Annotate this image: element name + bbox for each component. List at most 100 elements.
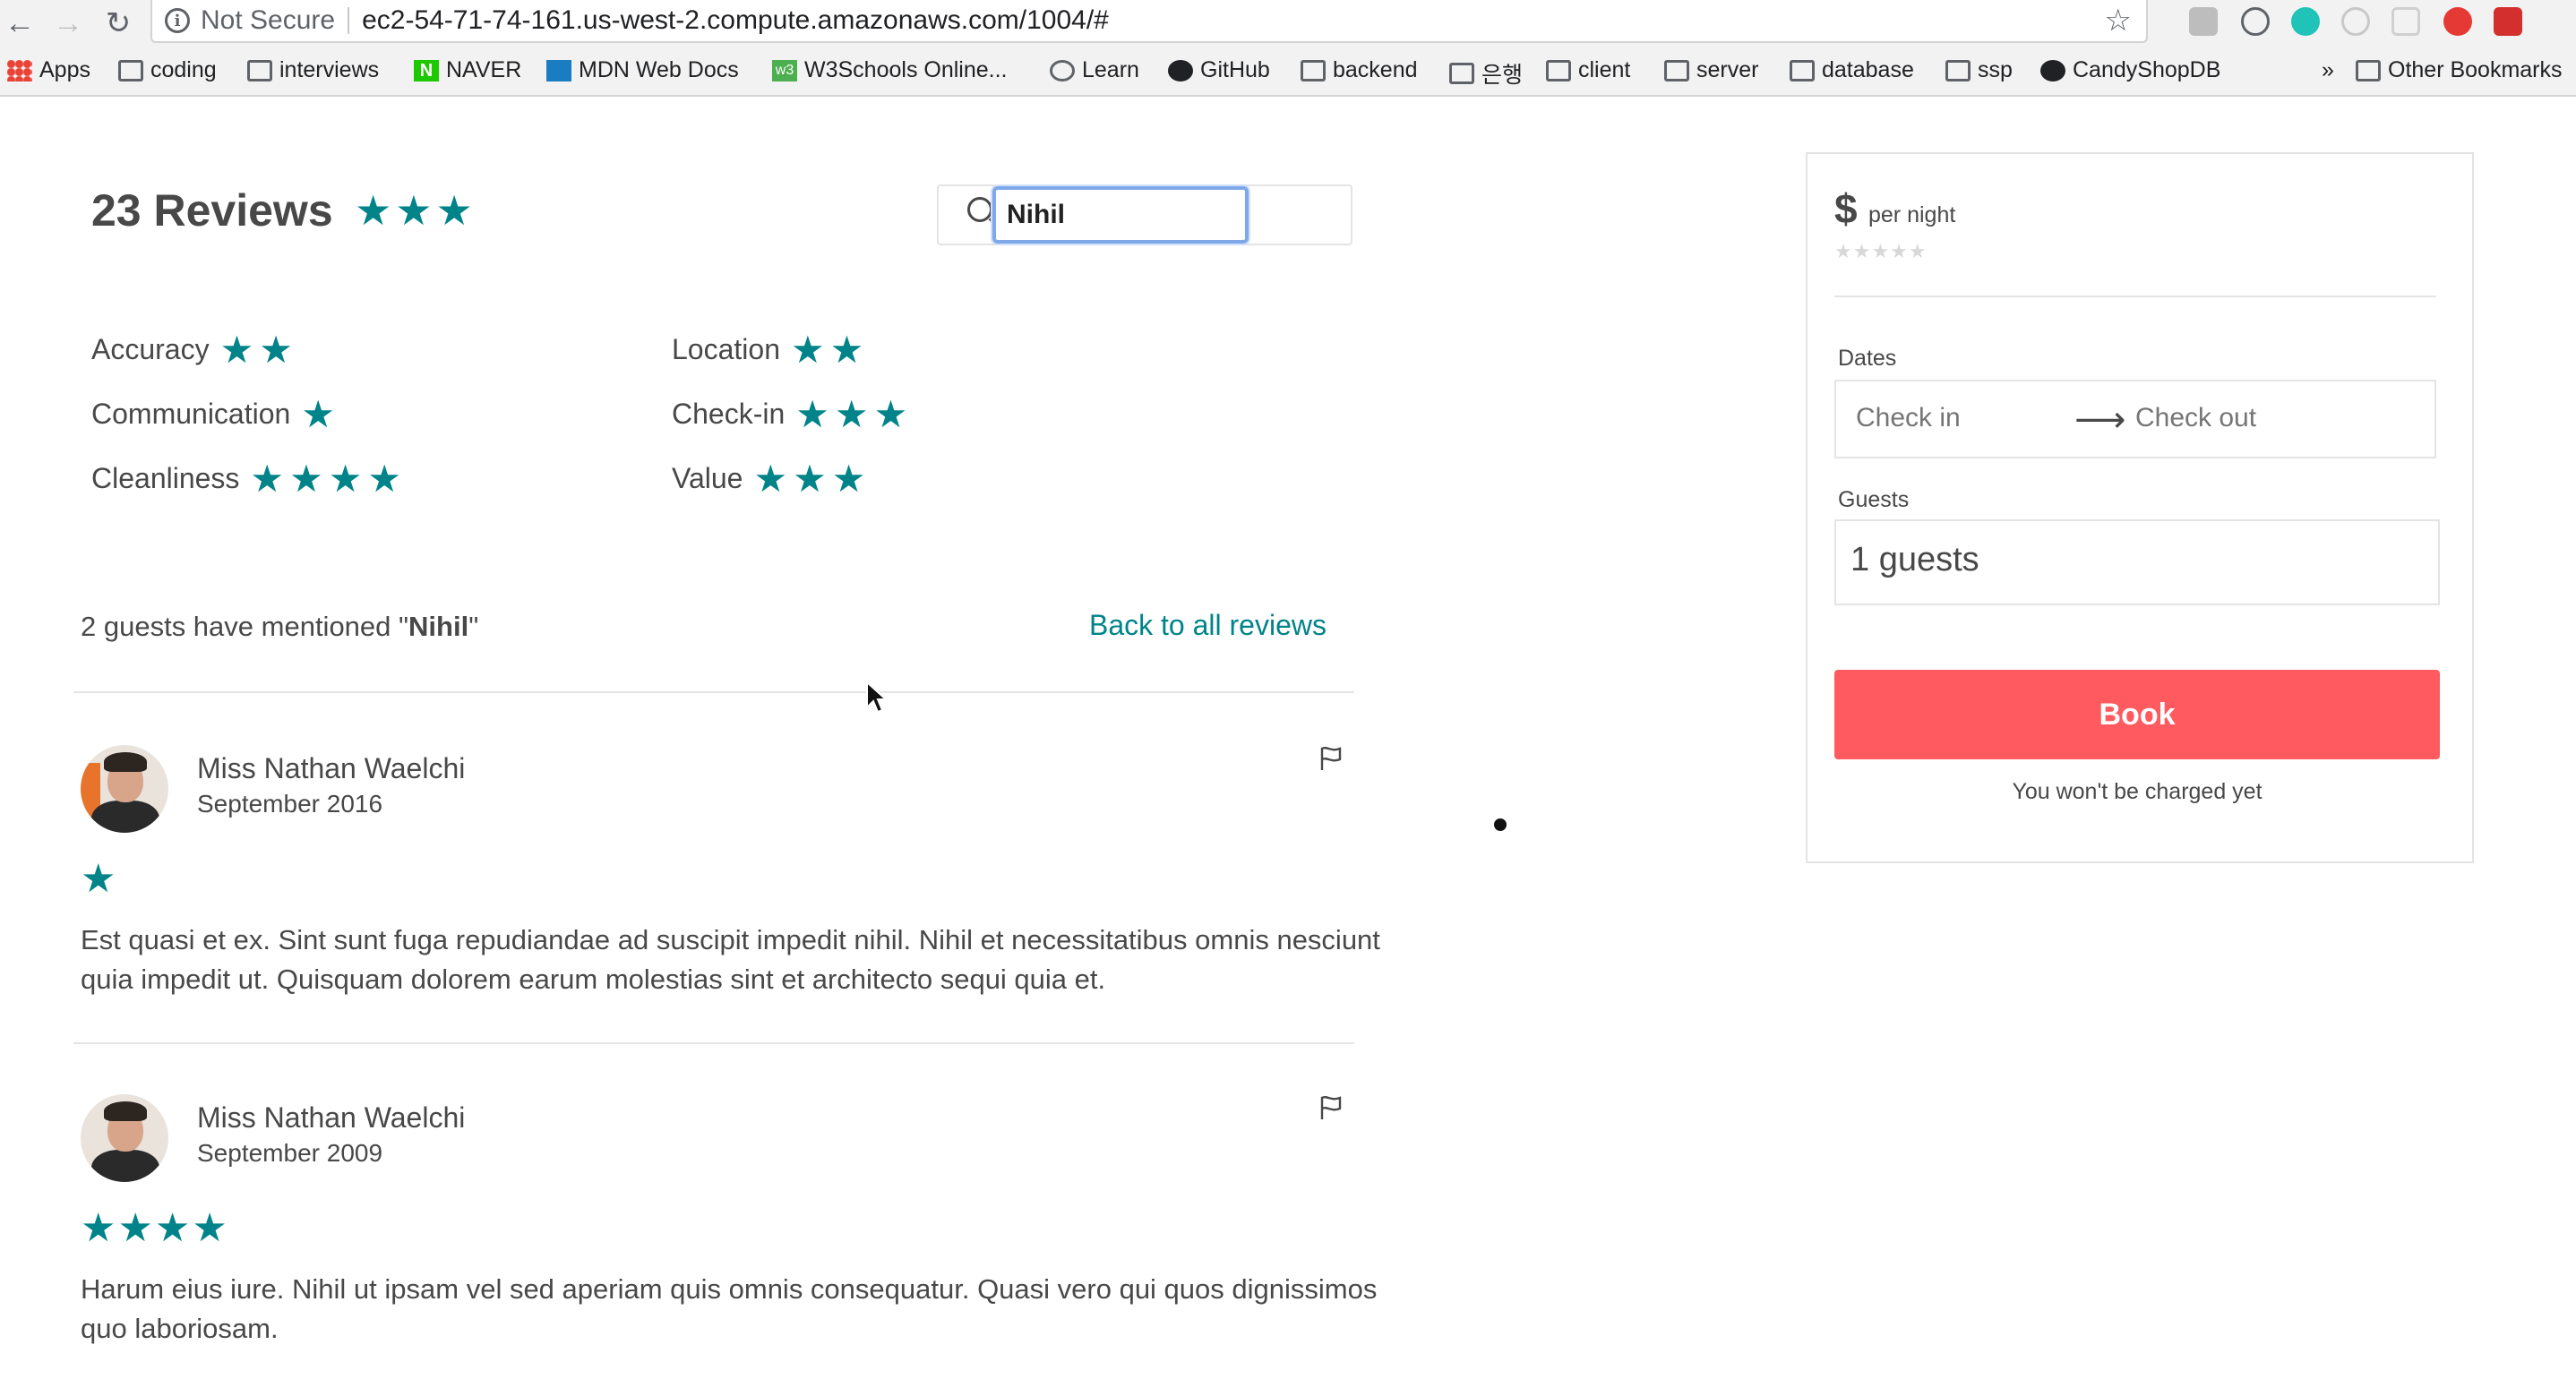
extension-circle-icon[interactable] xyxy=(2341,7,2370,36)
back-arrow-icon[interactable]: ← xyxy=(0,4,39,43)
dates-label: Dates xyxy=(1838,346,1897,371)
bookmark-w3schools[interactable]: w3 W3Schools Online... xyxy=(772,57,1008,83)
guests-label: Guests xyxy=(1838,487,1910,512)
back-to-all-reviews-link[interactable]: Back to all reviews xyxy=(1089,609,1327,642)
bookmark-learn[interactable]: Learn xyxy=(1050,57,1139,83)
bookmark-apps[interactable]: Apps xyxy=(7,57,90,83)
w3schools-icon: w3 xyxy=(772,59,797,81)
bookmark-server[interactable]: server xyxy=(1664,57,1758,83)
category-communication: Communication ★ xyxy=(91,392,340,436)
avatar xyxy=(81,745,168,833)
review-stars: ★ xyxy=(81,857,118,901)
bookmark-database[interactable]: database xyxy=(1790,57,1914,83)
search-result-summary: 2 guests have mentioned "Nihil" xyxy=(81,611,478,643)
extension-icon[interactable] xyxy=(2189,7,2218,36)
category-cleanliness: Cleanliness ★★★★ xyxy=(91,457,407,501)
security-label: Not Secure xyxy=(201,5,336,35)
bookmark-label: Learn xyxy=(1082,57,1139,82)
bookmark-candyshopdb[interactable]: CandyShopDB xyxy=(2040,57,2220,83)
overall-rating-stars: ★★★ xyxy=(355,187,477,234)
forward-arrow-icon[interactable]: → xyxy=(48,4,88,43)
reload-icon[interactable]: ↻ xyxy=(99,4,138,43)
address-bar[interactable]: i Not Secure ec2-54-71-74-161.us-west-2.… xyxy=(150,0,2148,43)
bookmark-label: NAVER xyxy=(446,57,522,82)
folder-icon xyxy=(1449,63,1474,84)
category-stars: ★ xyxy=(301,393,340,435)
divider xyxy=(73,1042,1354,1044)
bookmark-label: client xyxy=(1578,57,1631,82)
info-icon[interactable]: i xyxy=(165,8,190,33)
extension-window-icon[interactable] xyxy=(2391,7,2420,36)
category-label: Value xyxy=(672,462,743,494)
bookmark-label: interviews xyxy=(279,57,380,82)
check-in-field[interactable]: Check in xyxy=(1856,403,1961,433)
category-stars: ★★ xyxy=(219,329,298,371)
bookmark-label: ssp xyxy=(1978,57,2013,82)
bookmarks-overflow[interactable]: » xyxy=(2322,57,2334,83)
flag-icon[interactable] xyxy=(1318,745,1345,772)
mouse-cursor-icon xyxy=(866,681,889,714)
divider xyxy=(73,691,1354,693)
price-currency: $ xyxy=(1834,185,1858,232)
bookmark-label: GitHub xyxy=(1200,57,1270,82)
per-night-label: per night xyxy=(1868,202,1956,227)
summary-term: Nihil xyxy=(408,611,469,642)
bookmark-github[interactable]: GitHub xyxy=(1168,57,1270,83)
summary-suffix: " xyxy=(468,611,479,642)
extension-m-icon[interactable] xyxy=(2291,7,2320,36)
folder-icon xyxy=(1790,59,1815,81)
bookmark-label: MDN Web Docs xyxy=(579,57,739,82)
bookmark-naver[interactable]: N NAVER xyxy=(414,57,521,83)
divider xyxy=(1834,296,2436,297)
bookmark-backend[interactable]: backend xyxy=(1301,57,1418,83)
search-icon xyxy=(967,197,992,222)
reviewer-name: Miss Nathan Waelchi xyxy=(197,1101,466,1134)
bookmark-client[interactable]: client xyxy=(1546,57,1630,83)
bookmark-mdn[interactable]: MDN Web Docs xyxy=(546,57,739,83)
folder-icon xyxy=(2356,59,2381,81)
bookmark-label: Apps xyxy=(39,57,90,82)
bookmark-label: coding xyxy=(150,57,217,82)
divider xyxy=(348,7,350,34)
folder-icon xyxy=(118,59,143,81)
bookmark-label: server xyxy=(1696,57,1759,82)
bookmark-interviews[interactable]: interviews xyxy=(247,57,379,83)
learn-icon xyxy=(1050,59,1075,81)
review-date: September 2009 xyxy=(197,1139,383,1167)
opera-icon[interactable] xyxy=(2443,7,2472,36)
listing-rating-stars: ★★★★★ xyxy=(1834,240,1928,262)
chevron-double-right-icon: » xyxy=(2322,57,2334,82)
apps-grid-icon xyxy=(7,59,32,81)
mdn-icon xyxy=(546,59,571,81)
check-out-field[interactable]: Check out xyxy=(2135,403,2256,433)
flag-icon[interactable] xyxy=(1318,1094,1345,1121)
charge-note: You won't be charged yet xyxy=(2012,779,2263,804)
category-label: Check-in xyxy=(672,398,786,430)
url-text[interactable]: ec2-54-71-74-161.us-west-2.compute.amazo… xyxy=(362,5,2104,36)
category-label: Location xyxy=(672,333,780,365)
password-manager-icon[interactable] xyxy=(2241,7,2270,36)
bookmark-other[interactable]: Other Bookmarks xyxy=(2356,57,2563,83)
review-stars: ★★★★ xyxy=(81,1206,229,1250)
folder-icon xyxy=(247,59,272,81)
folder-icon xyxy=(1301,59,1326,81)
folder-icon xyxy=(1664,59,1689,81)
bookmark-coding[interactable]: coding xyxy=(118,57,217,83)
guests-selector[interactable]: 1 guests xyxy=(1834,519,2440,605)
bookmark-label: database xyxy=(1822,57,1914,82)
review-date: September 2016 xyxy=(197,790,383,818)
bookmark-label: Other Bookmarks xyxy=(2388,57,2563,82)
category-check-in: Check-in ★★★ xyxy=(672,392,913,436)
extension-red-icon[interactable] xyxy=(2494,7,2522,36)
bookmark-star-icon[interactable]: ☆ xyxy=(2105,3,2132,39)
category-stars: ★★ xyxy=(790,329,870,371)
review-search-input[interactable] xyxy=(992,186,1249,244)
category-label: Cleanliness xyxy=(91,462,240,494)
category-stars: ★★★ xyxy=(795,393,914,435)
review-item: Miss Nathan Waelchi September 2016 ★ Est… xyxy=(81,745,1380,1005)
github-icon xyxy=(2040,59,2065,81)
bookmark-ssp[interactable]: ssp xyxy=(1945,57,2013,83)
folder-icon xyxy=(1945,59,1971,81)
book-button[interactable]: Book xyxy=(1834,670,2440,759)
bookmark-bank[interactable]: 은행 xyxy=(1449,57,1523,90)
